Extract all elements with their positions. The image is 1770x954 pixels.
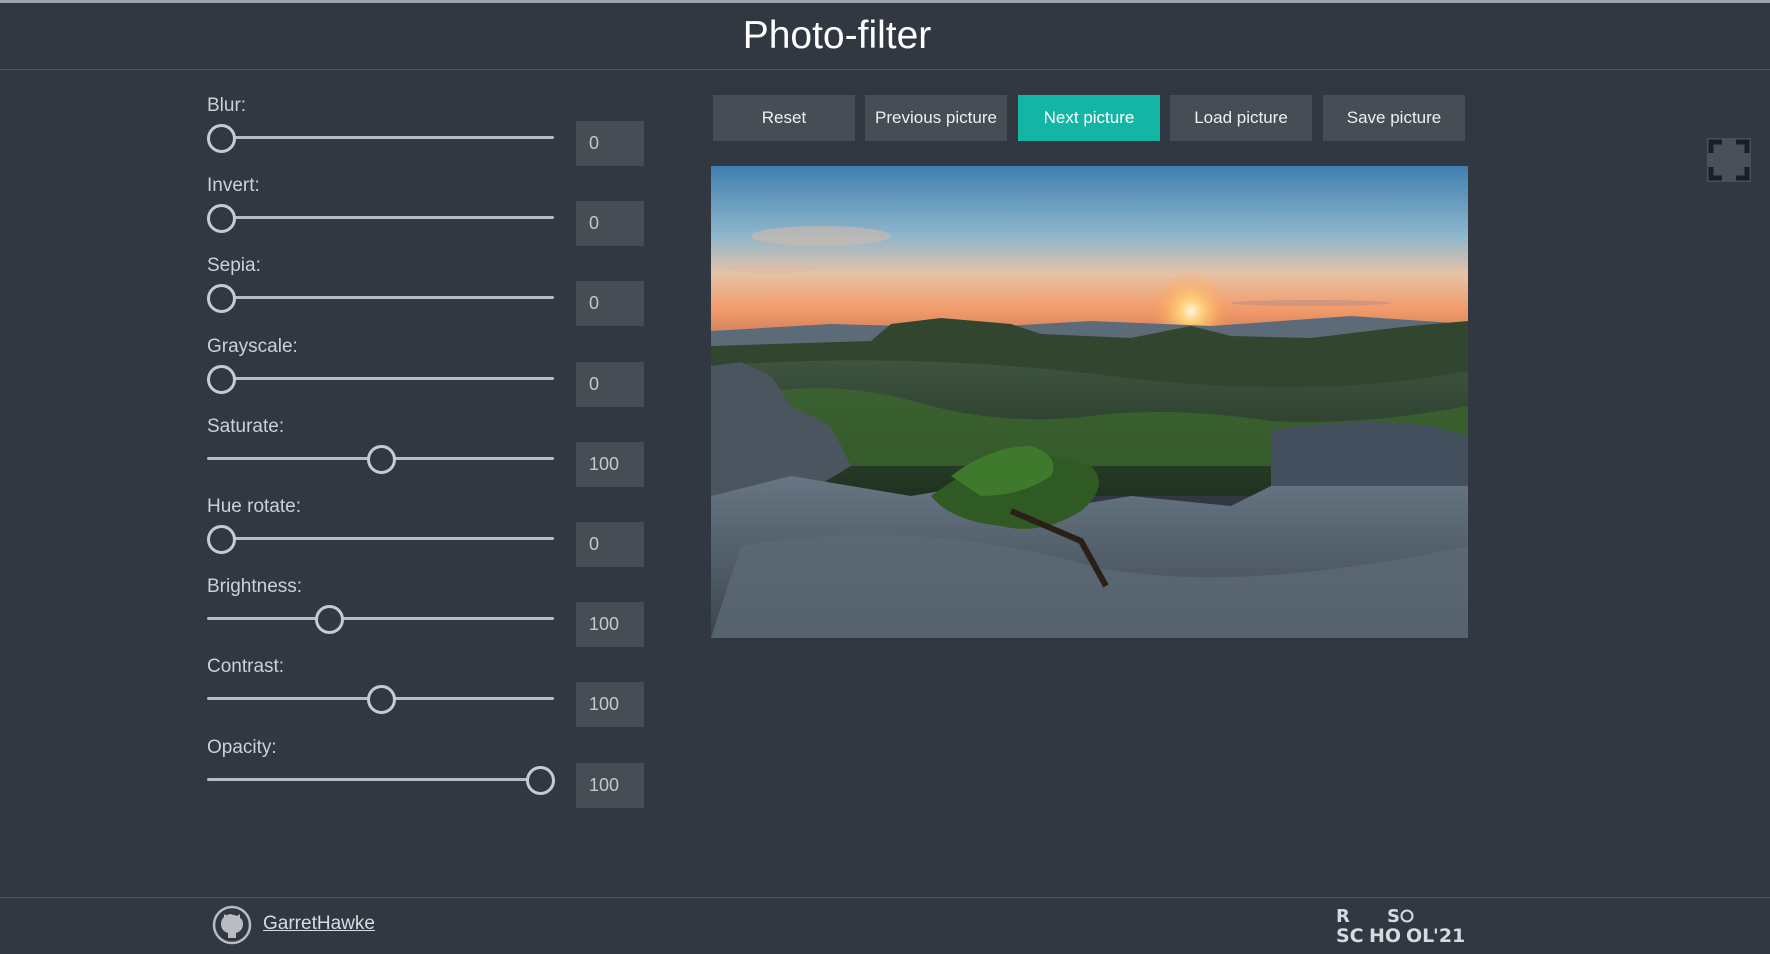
- hue-rotate-slider[interactable]: [207, 524, 554, 554]
- filter-invert: Invert: 0: [207, 173, 647, 253]
- previous-picture-button[interactable]: Previous picture: [865, 95, 1007, 141]
- landscape-photo: [711, 166, 1468, 638]
- brightness-slider[interactable]: [207, 604, 554, 635]
- photo-preview: [711, 166, 1468, 638]
- filter-label: Saturate:: [207, 415, 285, 437]
- filter-opacity: Opacity: 100: [207, 735, 647, 815]
- load-picture-button[interactable]: Load picture: [1170, 95, 1312, 141]
- filter-brightness: Brightness: 100: [207, 574, 647, 654]
- slider-thumb[interactable]: [366, 685, 396, 715]
- slider-track: [207, 136, 554, 139]
- logo-ho: HO: [1369, 925, 1401, 947]
- grayscale-value: 0: [576, 361, 644, 407]
- invert-value: 0: [576, 201, 644, 247]
- slider-track: [207, 617, 554, 621]
- blur-slider[interactable]: [207, 123, 554, 153]
- slider-thumb[interactable]: [207, 524, 236, 554]
- filter-hue-rotate: Hue rotate: 0: [207, 494, 647, 574]
- slider-track: [207, 376, 554, 380]
- fullscreen-button[interactable]: [1707, 138, 1751, 182]
- slider-thumb[interactable]: [207, 284, 236, 314]
- slider-track: [207, 536, 554, 540]
- sepia-slider[interactable]: [207, 283, 554, 314]
- fullscreen-icon: [1708, 139, 1750, 181]
- save-picture-button[interactable]: Save picture: [1323, 95, 1465, 141]
- filter-blur: Blur: 0: [207, 93, 647, 173]
- grayscale-slider[interactable]: [207, 364, 554, 394]
- next-picture-button[interactable]: Next picture: [1018, 95, 1160, 141]
- slider-thumb[interactable]: [207, 204, 236, 234]
- filter-grayscale: Grayscale: 0: [207, 334, 647, 414]
- sepia-value: 0: [576, 281, 644, 327]
- blur-value: 0: [576, 121, 644, 166]
- filter-sepia: Sepia: 0: [207, 253, 647, 333]
- reset-button[interactable]: Reset: [713, 95, 855, 141]
- filter-contrast: Contrast: 100: [207, 654, 647, 734]
- saturate-slider[interactable]: [207, 444, 554, 474]
- slider-track: [207, 216, 554, 220]
- filter-label: Blur:: [207, 95, 247, 116]
- invert-slider[interactable]: [207, 203, 554, 234]
- opacity-value: 100: [576, 762, 644, 808]
- opacity-slider[interactable]: [207, 765, 555, 795]
- slider-thumb[interactable]: [207, 364, 236, 394]
- logo-r: R: [1336, 906, 1350, 927]
- filter-label: Opacity:: [207, 736, 277, 758]
- logo-year: '21: [1433, 925, 1465, 947]
- github-icon[interactable]: [212, 905, 252, 945]
- filter-label: Grayscale:: [207, 335, 298, 357]
- slider-thumb[interactable]: [315, 605, 345, 635]
- filter-label: Sepia:: [207, 255, 261, 277]
- filters-panel: Blur: 0 Invert: 0 Sepia: 0 Grayscale: 0 …: [207, 93, 647, 815]
- author-link[interactable]: GarretHawke: [263, 913, 375, 935]
- brightness-value: 100: [576, 602, 644, 648]
- filter-label: Invert:: [207, 175, 260, 197]
- contrast-slider[interactable]: [207, 684, 554, 715]
- filter-label: Hue rotate:: [207, 495, 301, 517]
- slider-thumb[interactable]: [366, 444, 396, 474]
- slider-track: [207, 777, 554, 781]
- slider-track: [207, 296, 554, 300]
- logo-sc: SC: [1336, 925, 1364, 947]
- slider-thumb[interactable]: [526, 765, 555, 795]
- filter-saturate: Saturate: 100: [207, 414, 647, 494]
- filter-label: Brightness:: [207, 576, 303, 598]
- logo-s: S: [1387, 906, 1400, 927]
- filter-label: Contrast:: [207, 656, 285, 678]
- logo-ol: OL: [1406, 925, 1434, 947]
- saturate-value: 100: [576, 441, 644, 487]
- hue-rotate-value: 0: [576, 521, 644, 567]
- page-title: Photo-filter: [742, 14, 932, 57]
- contrast-value: 100: [576, 682, 644, 728]
- rs-school-logo[interactable]: R S SC HO OL '21: [1336, 904, 1466, 948]
- slider-thumb[interactable]: [207, 124, 236, 153]
- footer: GarretHawke R S SC HO OL '21: [0, 897, 1770, 954]
- header: Photo-filter: [0, 3, 1770, 70]
